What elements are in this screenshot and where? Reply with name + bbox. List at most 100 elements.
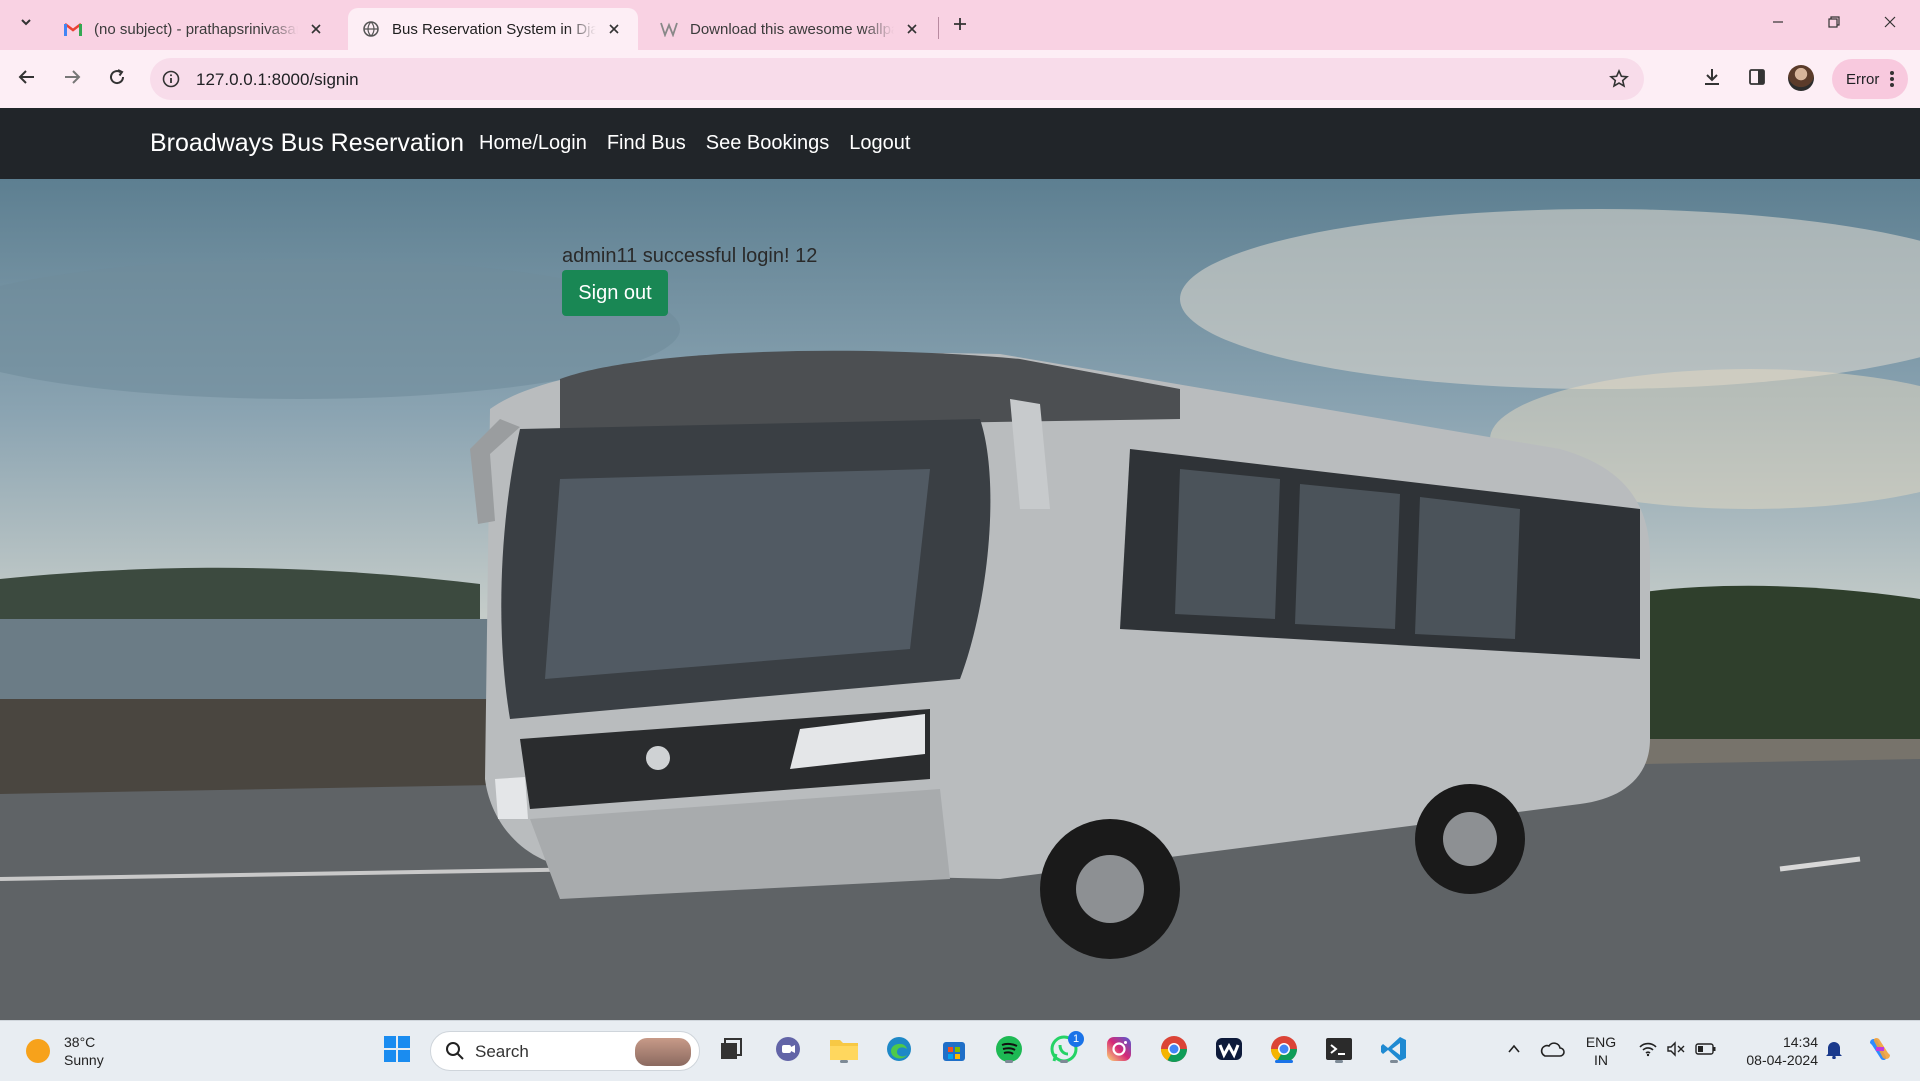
nav-logout[interactable]: Logout [849,132,910,155]
instagram-button[interactable] [1103,1035,1135,1067]
store-button[interactable] [938,1035,970,1067]
task-view-button[interactable] [715,1035,747,1067]
chrome-profile-button[interactable] [1268,1035,1300,1067]
instagram-icon [1105,1035,1133,1068]
wakatime-button[interactable] [1213,1035,1245,1067]
browser-toolbar: 127.0.0.1:8000/signin Error [0,50,1920,108]
brand-link[interactable]: Broadways Bus Reservation [150,129,464,158]
running-indicator [1060,1060,1068,1063]
edge-button[interactable] [883,1035,915,1067]
tab-title: (no subject) - prathapsrinivasan [94,20,298,38]
search-label: Search [475,1042,529,1061]
wallpaper-icon [660,20,678,38]
tab-bus-reservation[interactable]: Bus Reservation System in Django [348,8,638,50]
weather-widget[interactable]: 38°C Sunny [26,1033,104,1069]
chevron-down-icon [19,15,33,34]
teams-chat-button[interactable] [772,1035,804,1067]
site-info-icon[interactable] [160,68,182,90]
whatsapp-button[interactable]: 1 [1048,1031,1084,1067]
nav-home-login[interactable]: Home/Login [479,132,587,155]
region-code: IN [1594,1052,1608,1068]
close-window-button[interactable] [1862,6,1918,42]
close-icon[interactable] [604,19,624,39]
close-icon[interactable] [902,19,922,39]
tab-gmail[interactable]: (no subject) - prathapsrinivasan [50,8,340,50]
side-panel-button[interactable] [1742,64,1772,94]
copilot-icon [1866,1035,1894,1068]
cloud-icon [1539,1039,1565,1064]
vscode-button[interactable] [1378,1035,1410,1067]
chrome-icon [1160,1035,1188,1068]
restore-button[interactable] [1806,6,1862,42]
tab-search-button[interactable] [12,10,40,38]
sun-icon [26,1039,50,1063]
speaker-muted-icon [1666,1040,1686,1062]
nav-find-bus[interactable]: Find Bus [607,132,686,155]
close-icon[interactable] [306,19,326,39]
file-explorer-button[interactable] [828,1035,860,1067]
battery-icon [1695,1042,1717,1061]
minimize-icon [1771,15,1785,34]
bus-illustration [0,209,1920,1020]
taskbar-search[interactable]: Search [430,1031,700,1071]
new-tab-button[interactable] [946,12,974,40]
plus-icon [952,16,968,37]
nav-see-bookings[interactable]: See Bookings [706,132,829,155]
forward-button[interactable] [55,62,89,96]
error-label: Error [1846,70,1880,88]
chrome-button[interactable] [1158,1035,1190,1067]
windows-logo-icon [383,1035,411,1068]
clock[interactable]: 14:34 08-04-2024 [1732,1033,1818,1069]
running-indicator [1390,1060,1398,1063]
notifications-button[interactable] [1818,1035,1850,1067]
profile-avatar[interactable] [1788,65,1814,91]
spotify-button[interactable] [993,1035,1025,1067]
restore-icon [1827,15,1841,34]
tab-title: Bus Reservation System in Django [392,20,596,38]
nav-links: Home/Login Find Bus See Bookings Logout [479,132,910,155]
address-bar[interactable]: 127.0.0.1:8000/signin [150,58,1644,100]
language-code: ENG [1585,1034,1617,1050]
running-indicator [1275,1060,1293,1063]
language-indicator[interactable]: ENG IN [1578,1033,1624,1069]
weather-description: Sunny [64,1052,104,1068]
windows-taskbar: 38°C Sunny Search 1 ENG IN 14:34 08-04-2… [0,1020,1920,1081]
sign-out-button[interactable]: Sign out [562,270,668,316]
bookmark-star-icon[interactable] [1608,68,1630,90]
weather-temperature: 38°C [64,1034,96,1050]
onedrive-button[interactable] [1536,1035,1568,1067]
download-icon [1702,67,1722,92]
more-vertical-icon [1890,70,1894,92]
bell-icon [1825,1039,1843,1064]
downloads-button[interactable] [1697,64,1727,94]
terminal-button[interactable] [1323,1035,1355,1067]
chat-icon [774,1035,802,1068]
wave-app-icon [1215,1035,1243,1068]
notification-badge: 1 [1068,1031,1084,1047]
login-success-message: admin11 successful login! 12 [562,245,818,267]
running-indicator [1005,1060,1013,1063]
search-icon [445,1041,465,1066]
running-indicator [840,1060,848,1063]
gmail-icon [64,20,82,38]
reload-button[interactable] [100,62,134,96]
globe-icon [362,20,380,38]
minimize-button[interactable] [1750,6,1806,42]
clock-date: 08-04-2024 [1746,1052,1818,1068]
close-icon [1883,15,1897,34]
battery-button[interactable] [1690,1035,1722,1067]
chevron-up-icon [1507,1042,1521,1061]
profile-error-button[interactable]: Error [1832,59,1908,99]
arrow-right-icon [63,68,81,91]
tab-title: Download this awesome wallpaper [690,20,894,38]
volume-button[interactable] [1660,1035,1692,1067]
reload-icon [108,68,126,91]
running-indicator [1335,1060,1343,1063]
tab-wallpaper[interactable]: Download this awesome wallpaper [646,8,936,50]
copilot-button[interactable] [1864,1035,1896,1067]
url-text[interactable]: 127.0.0.1:8000/signin [196,70,359,90]
back-button[interactable] [10,62,44,96]
side-panel-icon [1748,68,1766,91]
show-hidden-icons-button[interactable] [1498,1035,1530,1067]
start-button[interactable] [381,1035,413,1067]
